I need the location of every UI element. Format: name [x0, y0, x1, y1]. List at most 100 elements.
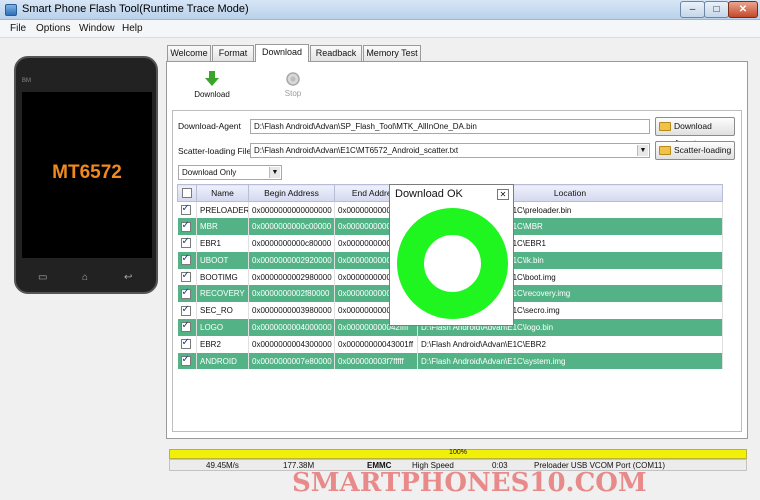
download-mode-value: Download Only: [182, 168, 237, 177]
begin-address: 0x0000000000c00000: [248, 218, 335, 236]
stop-button-label: Stop: [284, 89, 302, 98]
row-checkbox[interactable]: [180, 270, 191, 283]
row-checkbox[interactable]: [180, 320, 191, 333]
dialog-close-button[interactable]: ✕: [497, 189, 509, 200]
begin-address: 0x0000000002920000: [248, 251, 335, 269]
menu-options[interactable]: Options: [36, 23, 70, 34]
file-location[interactable]: D:\Flash Android\Advan\E1C\system.img: [417, 352, 723, 370]
partition-name: EBR1: [196, 235, 249, 252]
partition-name: MBR: [196, 218, 249, 236]
partition-name: RECOVERY: [196, 285, 249, 303]
menu-bar: File Options Window Help: [0, 20, 760, 38]
phone-brand: BM: [22, 78, 31, 84]
download-agent-label: Download-Agent: [178, 121, 241, 131]
row-checkbox-cell[interactable]: [177, 352, 197, 370]
menu-window[interactable]: Window: [79, 23, 115, 34]
row-checkbox[interactable]: [180, 203, 191, 216]
column-header-begin-address[interactable]: Begin Address: [248, 184, 335, 202]
scatter-loading-button[interactable]: Scatter-loading: [655, 141, 735, 160]
select-all-checkbox-cell[interactable]: [177, 184, 197, 202]
row-checkbox-cell[interactable]: [177, 285, 197, 303]
partition-name: EBR2: [196, 335, 249, 353]
phone-menu-icon: ▭: [38, 272, 48, 283]
begin-address: 0x0000000004300000: [248, 335, 335, 353]
tab-format[interactable]: Format: [212, 45, 254, 62]
row-checkbox-cell[interactable]: [177, 302, 197, 320]
row-checkbox[interactable]: [180, 220, 191, 232]
partition-name: SEC_RO: [196, 302, 249, 320]
phone-home-icon: ⌂: [82, 272, 89, 283]
menu-help[interactable]: Help: [122, 23, 143, 34]
select-all-checkbox[interactable]: [182, 188, 192, 199]
column-header-name[interactable]: Name: [196, 184, 249, 202]
stop-button[interactable]: Stop: [275, 71, 311, 98]
phone-illustration: BM MT6572 ▭ ⌂ ↩: [14, 56, 158, 294]
dialog-title: Download OK: [395, 188, 463, 200]
begin-address: 0x0000000003980000: [248, 302, 335, 320]
begin-address: 0x0000000000000000: [248, 201, 335, 219]
close-button[interactable]: ✕: [728, 1, 758, 18]
download-agent-field[interactable]: D:\Flash Android\Advan\SP_Flash_Tool\MTK…: [250, 119, 650, 134]
row-checkbox[interactable]: [180, 354, 191, 367]
row-checkbox-cell[interactable]: [177, 268, 197, 286]
progress-text: 100%: [449, 449, 467, 456]
success-ring-icon: [397, 208, 508, 319]
row-checkbox[interactable]: [180, 337, 191, 350]
begin-address: 0x0000000004000000: [248, 319, 335, 336]
phone-back-icon: ↩: [124, 272, 133, 283]
row-checkbox[interactable]: [180, 253, 191, 266]
row-checkbox-cell[interactable]: [177, 235, 197, 252]
table-row[interactable]: EBR2 0x0000000004300000 0x00000000043001…: [177, 335, 723, 353]
download-mode-select[interactable]: Download Only ▼: [178, 165, 282, 180]
row-checkbox[interactable]: [180, 287, 191, 299]
download-button[interactable]: Download: [190, 70, 234, 99]
partition-name: BOOTIMG: [196, 268, 249, 286]
row-checkbox[interactable]: [180, 304, 191, 316]
maximize-button[interactable]: □: [704, 1, 729, 18]
scatter-loading-button-label: Scatter-loading: [674, 145, 732, 155]
folder-icon: [659, 122, 671, 131]
stop-icon: [286, 72, 300, 86]
download-arrow-icon: [205, 71, 219, 86]
progress-bar: 100%: [169, 449, 747, 459]
chevron-down-icon[interactable]: ▼: [269, 167, 280, 178]
download-button-label: Download: [194, 90, 230, 99]
file-location[interactable]: D:\Flash Android\Advan\E1C\EBR2: [417, 335, 723, 353]
folder-icon: [659, 146, 671, 155]
row-checkbox-cell[interactable]: [177, 218, 197, 236]
partition-name: PRELOADER: [196, 201, 249, 219]
row-checkbox-cell[interactable]: [177, 335, 197, 353]
end-address: 0x000000003f7fffff: [334, 352, 418, 370]
scatter-file-value: D:\Flash Android\Advan\E1C\MT6572_Androi…: [254, 146, 459, 155]
tab-readback[interactable]: Readback: [310, 45, 362, 62]
tab-welcome[interactable]: Welcome: [167, 45, 211, 62]
chevron-down-icon[interactable]: ▼: [637, 145, 648, 156]
phone-chip-label: MT6572: [52, 162, 122, 183]
begin-address: 0x0000000000c80000: [248, 235, 335, 252]
begin-address: 0x0000000002980000: [248, 268, 335, 286]
scatter-file-label: Scatter-loading File: [178, 146, 252, 156]
partition-name: UBOOT: [196, 251, 249, 269]
app-icon: [5, 4, 17, 16]
download-agent-button[interactable]: Download Agent: [655, 117, 735, 148]
scatter-file-field[interactable]: D:\Flash Android\Advan\E1C\MT6572_Androi…: [250, 143, 650, 158]
tab-download[interactable]: Download: [255, 44, 309, 62]
row-checkbox-cell[interactable]: [177, 319, 197, 336]
watermark: SMARTPHONES10.COM: [292, 468, 647, 498]
minimize-button[interactable]: –: [680, 1, 705, 18]
title-bar: Smart Phone Flash Tool(Runtime Trace Mod…: [0, 0, 760, 20]
row-checkbox-cell[interactable]: [177, 201, 197, 219]
table-row[interactable]: ANDROID 0x0000000007e80000 0x000000003f7…: [177, 352, 723, 370]
window-title: Smart Phone Flash Tool(Runtime Trace Mod…: [22, 3, 249, 15]
row-checkbox[interactable]: [180, 236, 191, 249]
begin-address: 0x0000000002f80000: [248, 285, 335, 303]
menu-file[interactable]: File: [10, 23, 26, 34]
partition-name: ANDROID: [196, 352, 249, 370]
end-address: 0x00000000043001ff: [334, 335, 418, 353]
partition-name: LOGO: [196, 319, 249, 336]
row-checkbox-cell[interactable]: [177, 251, 197, 269]
download-ok-dialog: Download OK ✕: [389, 184, 514, 326]
tab-memory-test[interactable]: Memory Test: [363, 45, 421, 62]
phone-screen: MT6572: [22, 92, 152, 258]
status-speed: 49.45M/s: [206, 461, 239, 470]
